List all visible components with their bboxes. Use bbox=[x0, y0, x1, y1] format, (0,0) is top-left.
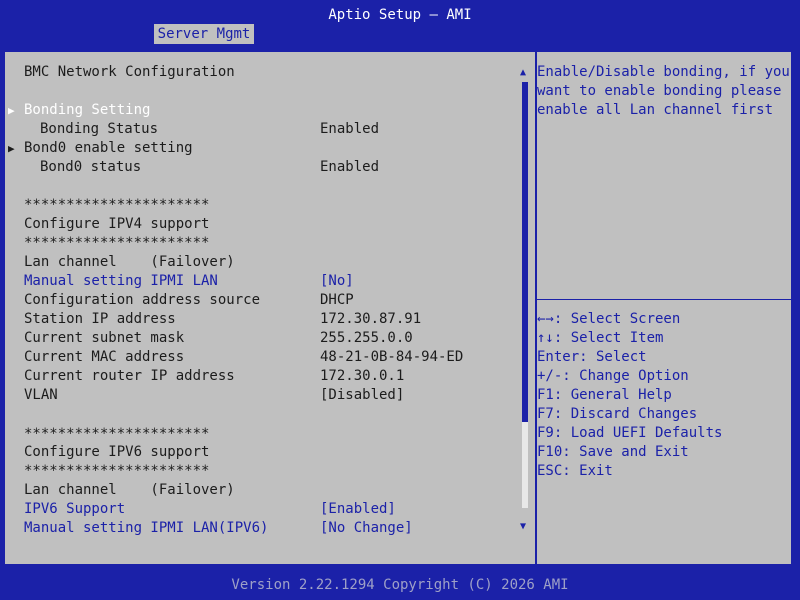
ipv6-header: Configure IPV6 support bbox=[24, 443, 209, 462]
current-subnet-mask-label: Current subnet mask bbox=[24, 330, 185, 346]
key-help-discard-changes: F7: Discard Changes bbox=[537, 406, 698, 422]
key-help-general-help: F1: General Help bbox=[537, 387, 672, 403]
ipv4-lan-channel-text: Lan channel (Failover) bbox=[24, 254, 235, 270]
footer-version-text: Version 2.22.1294 Copyright (C) 2026 AMI bbox=[231, 577, 569, 593]
bonding-setting-menu-item[interactable]: ▶ Bonding Setting bbox=[8, 101, 150, 120]
title-bar: Aptio Setup – AMI Server Mgmt bbox=[0, 0, 800, 44]
current-mac-address-value: 48-21-0B-84-94-ED bbox=[320, 349, 464, 365]
key-help-enter-select: Enter: Select bbox=[537, 349, 647, 365]
bond0-status-row: Bond0 status Enabled bbox=[24, 158, 379, 177]
key-help-select-screen: ←→: Select Screen bbox=[537, 311, 681, 327]
current-subnet-mask-row: Current subnet mask 255.255.0.0 bbox=[24, 329, 413, 348]
manual-setting-ipmi-lan-ipv6-label: Manual setting IPMI LAN(IPV6) bbox=[24, 520, 269, 536]
ipv4-separator-top-text: ********************** bbox=[24, 197, 210, 213]
help-text: Enable/Disable bonding, if you want to e… bbox=[537, 64, 790, 118]
manual-setting-ipmi-lan-option[interactable]: Manual setting IPMI LAN [No] bbox=[24, 272, 354, 291]
ipv6-support-label: IPV6 Support bbox=[24, 501, 126, 517]
main-panel: BMC Network Configuration ▶ Bonding Sett… bbox=[4, 51, 793, 565]
ipv6-separator-top-text: ********************** bbox=[24, 426, 210, 442]
current-router-ip-address-value: 172.30.0.1 bbox=[320, 368, 405, 384]
bond0-status-label: Bond0 status bbox=[40, 159, 142, 175]
key-help-select-item: ↑↓: Select Item bbox=[537, 330, 664, 346]
section-title: BMC Network Configuration bbox=[24, 63, 235, 82]
key-help-load-defaults: F9: Load UEFI Defaults bbox=[537, 425, 723, 441]
key-help-esc-exit: ESC: Exit bbox=[537, 463, 613, 479]
current-router-ip-address-row: Current router IP address 172.30.0.1 bbox=[24, 367, 404, 386]
vlan-option[interactable]: VLAN [Disabled] bbox=[24, 386, 404, 405]
current-router-ip-address-label: Current router IP address bbox=[24, 368, 235, 384]
ipv6-header-text: Configure IPV6 support bbox=[24, 444, 210, 460]
station-ip-address-value: 172.30.87.91 bbox=[320, 311, 422, 327]
bond0-status-value: Enabled bbox=[320, 159, 380, 175]
key-help-change-option: +/-: Change Option bbox=[537, 368, 689, 384]
app-title: Aptio Setup – AMI bbox=[328, 7, 472, 23]
ipv4-separator-bottom-text: ********************** bbox=[24, 235, 210, 251]
bond0-enable-setting-menu-item[interactable]: ▶ Bond0 enable setting bbox=[8, 139, 193, 158]
vlan-value: [Disabled] bbox=[320, 387, 405, 403]
ipv6-support-value: [Enabled] bbox=[320, 501, 396, 517]
vlan-label: VLAN bbox=[24, 387, 58, 403]
configuration-address-source-label: Configuration address source bbox=[24, 292, 261, 308]
bonding-status-row: Bonding Status Enabled bbox=[24, 120, 379, 139]
ipv6-lan-channel: Lan channel (Failover) bbox=[24, 481, 235, 500]
station-ip-address-label: Station IP address bbox=[24, 311, 176, 327]
section-title-label: BMC Network Configuration bbox=[24, 64, 235, 80]
scroll-thumb[interactable] bbox=[522, 82, 528, 422]
current-mac-address-label: Current MAC address bbox=[24, 349, 185, 365]
ipv6-separator-top: ********************** bbox=[24, 425, 209, 444]
panel-divider bbox=[535, 52, 537, 564]
current-mac-address-row: Current MAC address 48-21-0B-84-94-ED bbox=[24, 348, 463, 367]
scroll-down-arrow-icon[interactable]: ▼ bbox=[520, 522, 526, 532]
manual-setting-ipmi-lan-ipv6-value: [No Change] bbox=[320, 520, 413, 536]
bond0-enable-setting-label: Bond0 enable setting bbox=[24, 140, 193, 156]
bonding-status-label: Bonding Status bbox=[40, 121, 159, 137]
right-triangle-icon: ▶ bbox=[8, 142, 15, 155]
ipv6-support-option[interactable]: IPV6 Support [Enabled] bbox=[24, 500, 396, 519]
ipv4-separator-bottom: ********************** bbox=[24, 234, 209, 253]
bonding-setting-label: Bonding Setting bbox=[24, 102, 151, 118]
ipv4-header: Configure IPV4 support bbox=[24, 215, 209, 234]
bonding-status-value: Enabled bbox=[320, 121, 380, 137]
help-separator bbox=[537, 299, 793, 300]
ipv4-lan-channel: Lan channel (Failover) bbox=[24, 253, 235, 272]
configuration-address-source-value: DHCP bbox=[320, 292, 354, 308]
tab-server-mgmt[interactable]: Server Mgmt bbox=[154, 24, 254, 44]
right-triangle-icon: ▶ bbox=[8, 104, 15, 117]
ipv4-separator-top: ********************** bbox=[24, 196, 209, 215]
configuration-address-source-row: Configuration address source DHCP bbox=[24, 291, 354, 310]
station-ip-address-row: Station IP address 172.30.87.91 bbox=[24, 310, 421, 329]
manual-setting-ipmi-lan-value: [No] bbox=[320, 273, 354, 289]
ipv6-lan-channel-text: Lan channel (Failover) bbox=[24, 482, 235, 498]
scroll-up-arrow-icon[interactable]: ▲ bbox=[520, 68, 526, 78]
ipv6-separator-bottom: ********************** bbox=[24, 462, 209, 481]
footer-bar: Version 2.22.1294 Copyright (C) 2026 AMI bbox=[0, 574, 800, 594]
ipv6-separator-bottom-text: ********************** bbox=[24, 463, 210, 479]
manual-setting-ipmi-lan-label: Manual setting IPMI LAN bbox=[24, 273, 218, 289]
scrollbar[interactable]: ▲ ▼ bbox=[520, 68, 529, 532]
manual-setting-ipmi-lan-ipv6-option[interactable]: Manual setting IPMI LAN(IPV6) [No Change… bbox=[24, 519, 413, 538]
current-subnet-mask-value: 255.255.0.0 bbox=[320, 330, 413, 346]
ipv4-header-text: Configure IPV4 support bbox=[24, 216, 210, 232]
key-help-save-exit: F10: Save and Exit bbox=[537, 444, 689, 460]
